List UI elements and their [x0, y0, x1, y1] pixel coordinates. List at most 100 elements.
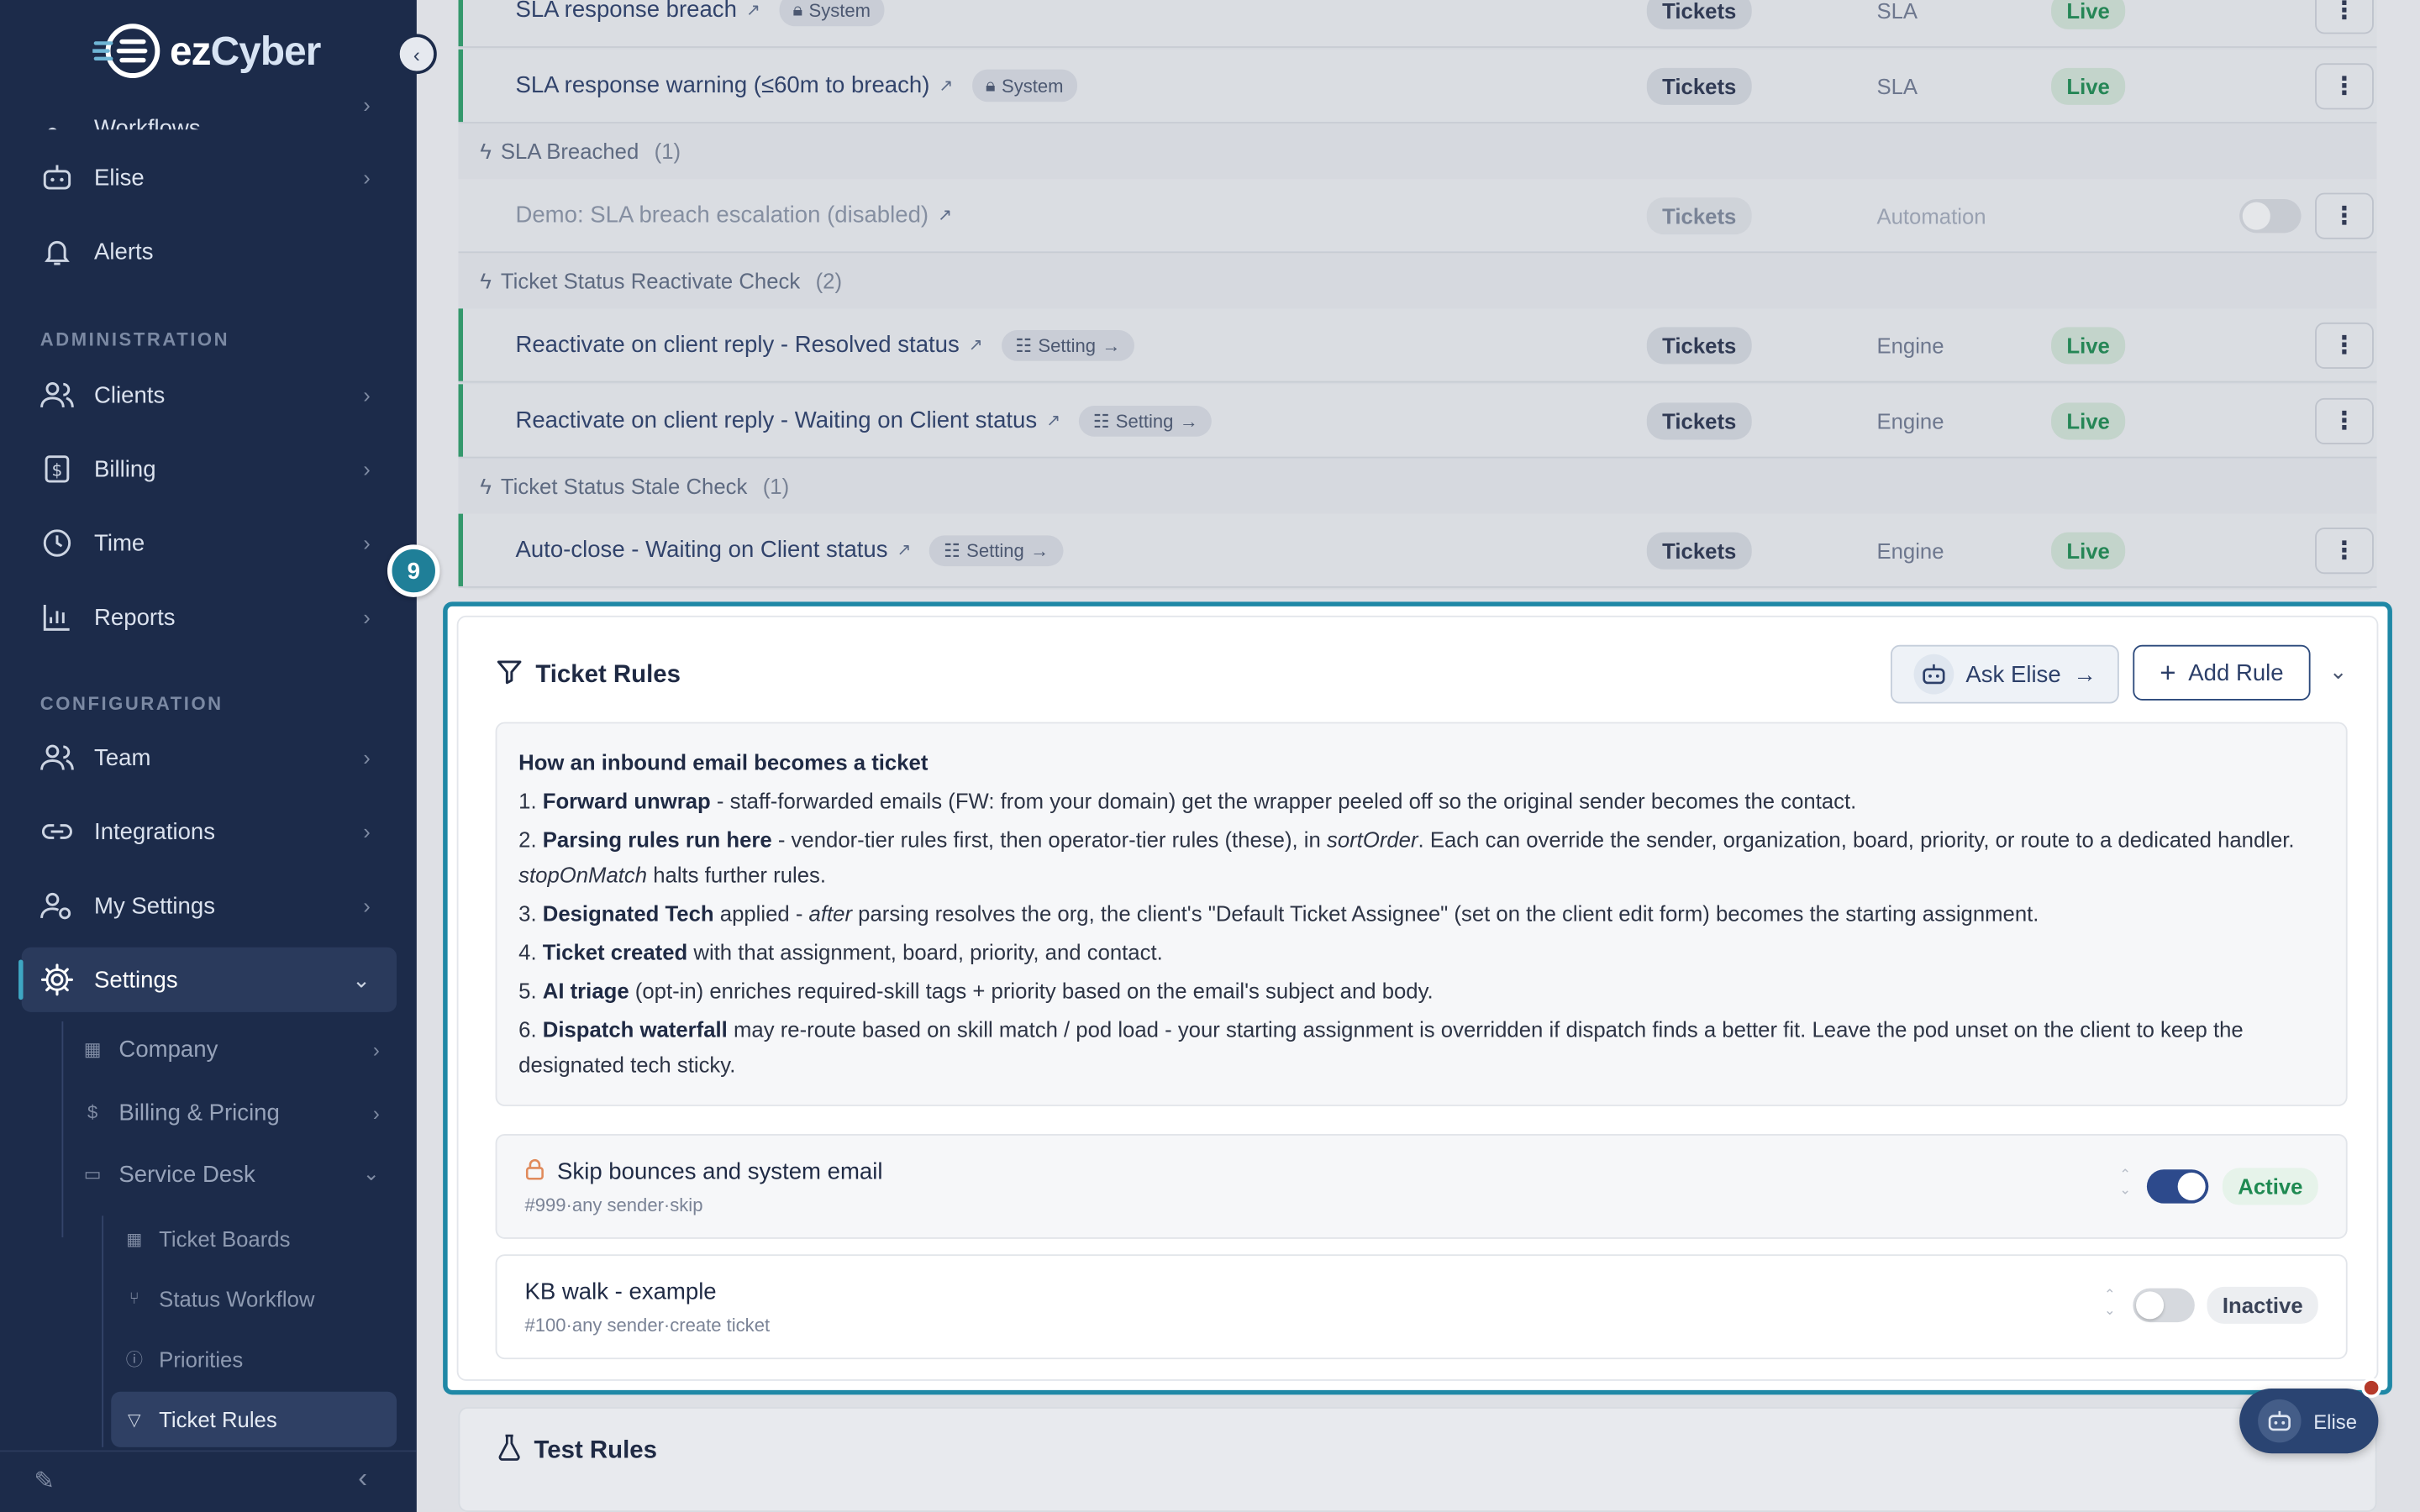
row-menu-button[interactable]: ⋮: [2315, 321, 2374, 369]
chevron-left-icon[interactable]: ‹: [358, 1462, 367, 1495]
table-row[interactable]: Reactivate on client reply - Waiting on …: [458, 384, 2377, 459]
system-chip: 🔒︎ System: [778, 0, 885, 27]
arrow-right-icon: →: [1179, 409, 1198, 432]
sidebar-subitem-status-workflow[interactable]: ⑂ Status Workflow: [124, 1276, 386, 1322]
lock-icon: 🔒︎: [792, 0, 803, 20]
row-menu-button[interactable]: ⋮: [2315, 527, 2374, 574]
chevron-right-icon: ›: [363, 745, 371, 770]
sidebar-subitem-ticket-rules[interactable]: ▽ Ticket Rules: [124, 1396, 386, 1442]
sidebar-item-reports[interactable]: Reports ›: [40, 590, 386, 645]
add-rule-button[interactable]: + Add Rule: [2133, 644, 2311, 701]
sidebar-subitem-ticket-boards[interactable]: ▦ Ticket Boards: [124, 1215, 386, 1262]
sidebar-subitem-label: Ticket Rules: [159, 1407, 277, 1432]
rule-title-link[interactable]: SLA response warning (≤60m to breach) ↗ …: [515, 69, 1078, 102]
external-link-icon: ↗: [938, 207, 953, 226]
section-label-administration: ADMINISTRATION: [39, 328, 230, 350]
table-row[interactable]: Demo: SLA breach escalation (disabled) ↗…: [458, 179, 2377, 254]
rule-name: Skip bounces and system email: [524, 1158, 882, 1185]
row-menu-button[interactable]: ⋮: [2315, 192, 2374, 239]
kind-label: SLA: [1876, 73, 1918, 98]
chip-label: Setting: [1115, 409, 1174, 432]
group-label: SLA Breached: [500, 139, 639, 164]
rule-title-text: Reactivate on client reply - Waiting on …: [515, 407, 1038, 434]
collapse-panel-button[interactable]: ⌄: [2321, 654, 2354, 688]
sidebar-item-workflows[interactable]: Workflows ›: [40, 77, 386, 130]
row-menu-button[interactable]: ⋮: [2315, 0, 2374, 34]
setting-chip[interactable]: ☷ Setting →: [929, 534, 1063, 566]
sidebar-item-integrations[interactable]: Integrations ›: [40, 804, 386, 859]
rule-title-text: Demo: SLA breach escalation (disabled): [515, 202, 929, 228]
sidebar-subitem-priorities[interactable]: ⓘ Priorities: [124, 1336, 386, 1383]
sidebar-footer: ✎ ‹: [0, 1450, 417, 1512]
ask-elise-button[interactable]: Ask Elise →: [1890, 644, 2119, 704]
sidebar-item-my-settings[interactable]: My Settings ›: [40, 878, 386, 933]
ticket-rule-row[interactable]: Skip bounces and system email #999·any s…: [495, 1133, 2348, 1239]
rule-title-link[interactable]: Reactivate on client reply - Waiting on …: [515, 405, 1213, 436]
elise-chat-button[interactable]: Elise: [2239, 1389, 2379, 1454]
table-row[interactable]: SLA response warning (≤60m to breach) ↗ …: [458, 49, 2377, 123]
sidebar-item-alerts[interactable]: Alerts: [40, 223, 386, 279]
rule-title-link[interactable]: SLA response breach ↗ 🔒︎ System: [515, 0, 885, 27]
rule-title-text: SLA response warning (≤60m to breach): [515, 72, 930, 99]
gear-icon: [40, 963, 74, 996]
chevron-down-icon: ⌄: [362, 1162, 380, 1185]
rule-title-link[interactable]: Reactivate on client reply - Resolved st…: [515, 329, 1134, 360]
sidebar-item-time[interactable]: Time ›: [40, 515, 386, 570]
sidebar-subitem-label: Ticket Boards: [159, 1226, 291, 1252]
sidebar-item-settings[interactable]: Settings ⌄: [40, 952, 386, 1007]
rule-title-link[interactable]: Auto-close - Waiting on Client status ↗ …: [515, 534, 1063, 566]
sidebar-subitem-label: Service Desk: [118, 1161, 255, 1188]
users-icon: [40, 378, 74, 412]
system-chip: 🔒︎ System: [971, 69, 1078, 102]
sidebar-item-label: My Settings: [94, 892, 215, 919]
rule-enable-toggle[interactable]: [2133, 1288, 2195, 1323]
sidebar-item-label: Team: [94, 744, 151, 771]
sidebar-item-label: Settings: [94, 966, 178, 993]
status-badge: Live: [2051, 326, 2126, 364]
test-rules-panel[interactable]: Test Rules: [458, 1407, 2377, 1512]
tree-line: [61, 1021, 64, 1238]
rule-title-text: Reactivate on client reply - Resolved st…: [515, 331, 960, 359]
sidebar-collapse-button[interactable]: ‹: [397, 34, 437, 75]
ticket-rule-row[interactable]: KB walk - example #100·any sender·create…: [495, 1254, 2348, 1360]
users-icon: [40, 741, 74, 774]
sidebar-subitem-company[interactable]: ▦ Company ›: [81, 1026, 389, 1072]
kebab-icon: ⋮: [2332, 332, 2357, 360]
setting-chip[interactable]: ☷ Setting →: [1079, 405, 1213, 436]
link-icon: [40, 815, 74, 848]
table-row[interactable]: Auto-close - Waiting on Client status ↗ …: [458, 513, 2377, 588]
logo-text: ezCyber: [170, 27, 321, 74]
chevron-down-icon: ⌄: [352, 966, 371, 992]
kind-label: Engine: [1876, 407, 1944, 433]
sidebar-item-elise[interactable]: Elise ›: [40, 150, 386, 205]
sidebar-subitem-billing-pricing[interactable]: $ Billing & Pricing ›: [81, 1089, 389, 1136]
sidebar-item-billing[interactable]: $ Billing ›: [40, 441, 386, 496]
rule-enable-toggle[interactable]: [2146, 1169, 2209, 1204]
chevron-right-icon: ›: [363, 893, 371, 918]
dollar-icon: $: [87, 1101, 98, 1124]
rule-title-link[interactable]: Demo: SLA breach escalation (disabled) ↗: [515, 202, 952, 228]
reorder-handle[interactable]: ⌃ ⌄: [2116, 1167, 2134, 1198]
info-step: 6. Dispatch waterfall may re-route based…: [518, 1016, 2244, 1078]
group-header: ϟ Ticket Status Reactivate Check (2): [480, 269, 842, 293]
reorder-handle[interactable]: ⌃ ⌄: [2101, 1287, 2119, 1318]
setting-chip[interactable]: ☷ Setting →: [1001, 329, 1134, 360]
group-header: ϟ Ticket Status Stale Check (1): [480, 474, 789, 498]
table-row[interactable]: SLA response breach ↗ 🔒︎ System Tickets S…: [458, 0, 2377, 48]
row-menu-button[interactable]: ⋮: [2315, 396, 2374, 444]
row-menu-button[interactable]: ⋮: [2315, 62, 2374, 109]
sidebar-item-clients[interactable]: Clients ›: [40, 367, 386, 423]
enable-toggle[interactable]: [2239, 198, 2302, 233]
chevron-right-icon: ›: [363, 456, 371, 482]
brand-logo[interactable]: ezCyber: [90, 22, 321, 81]
sidebar-subitem-service-desk[interactable]: ▭ Service Desk ⌄: [81, 1151, 389, 1197]
chevron-right-icon: ›: [372, 1100, 380, 1125]
info-box: How an inbound email becomes a ticket 1.…: [495, 722, 2348, 1106]
sidebar-item-team[interactable]: Team ›: [40, 730, 386, 785]
table-row[interactable]: Reactivate on client reply - Resolved st…: [458, 308, 2377, 383]
chevron-down-icon: ⌄: [2328, 658, 2348, 683]
info-step: 1. Forward unwrap - staff-forwarded emai…: [518, 788, 1857, 813]
pencil-icon[interactable]: ✎: [34, 1466, 55, 1497]
sidebar-item-label: Clients: [94, 381, 166, 408]
tree-line: [102, 1215, 104, 1447]
